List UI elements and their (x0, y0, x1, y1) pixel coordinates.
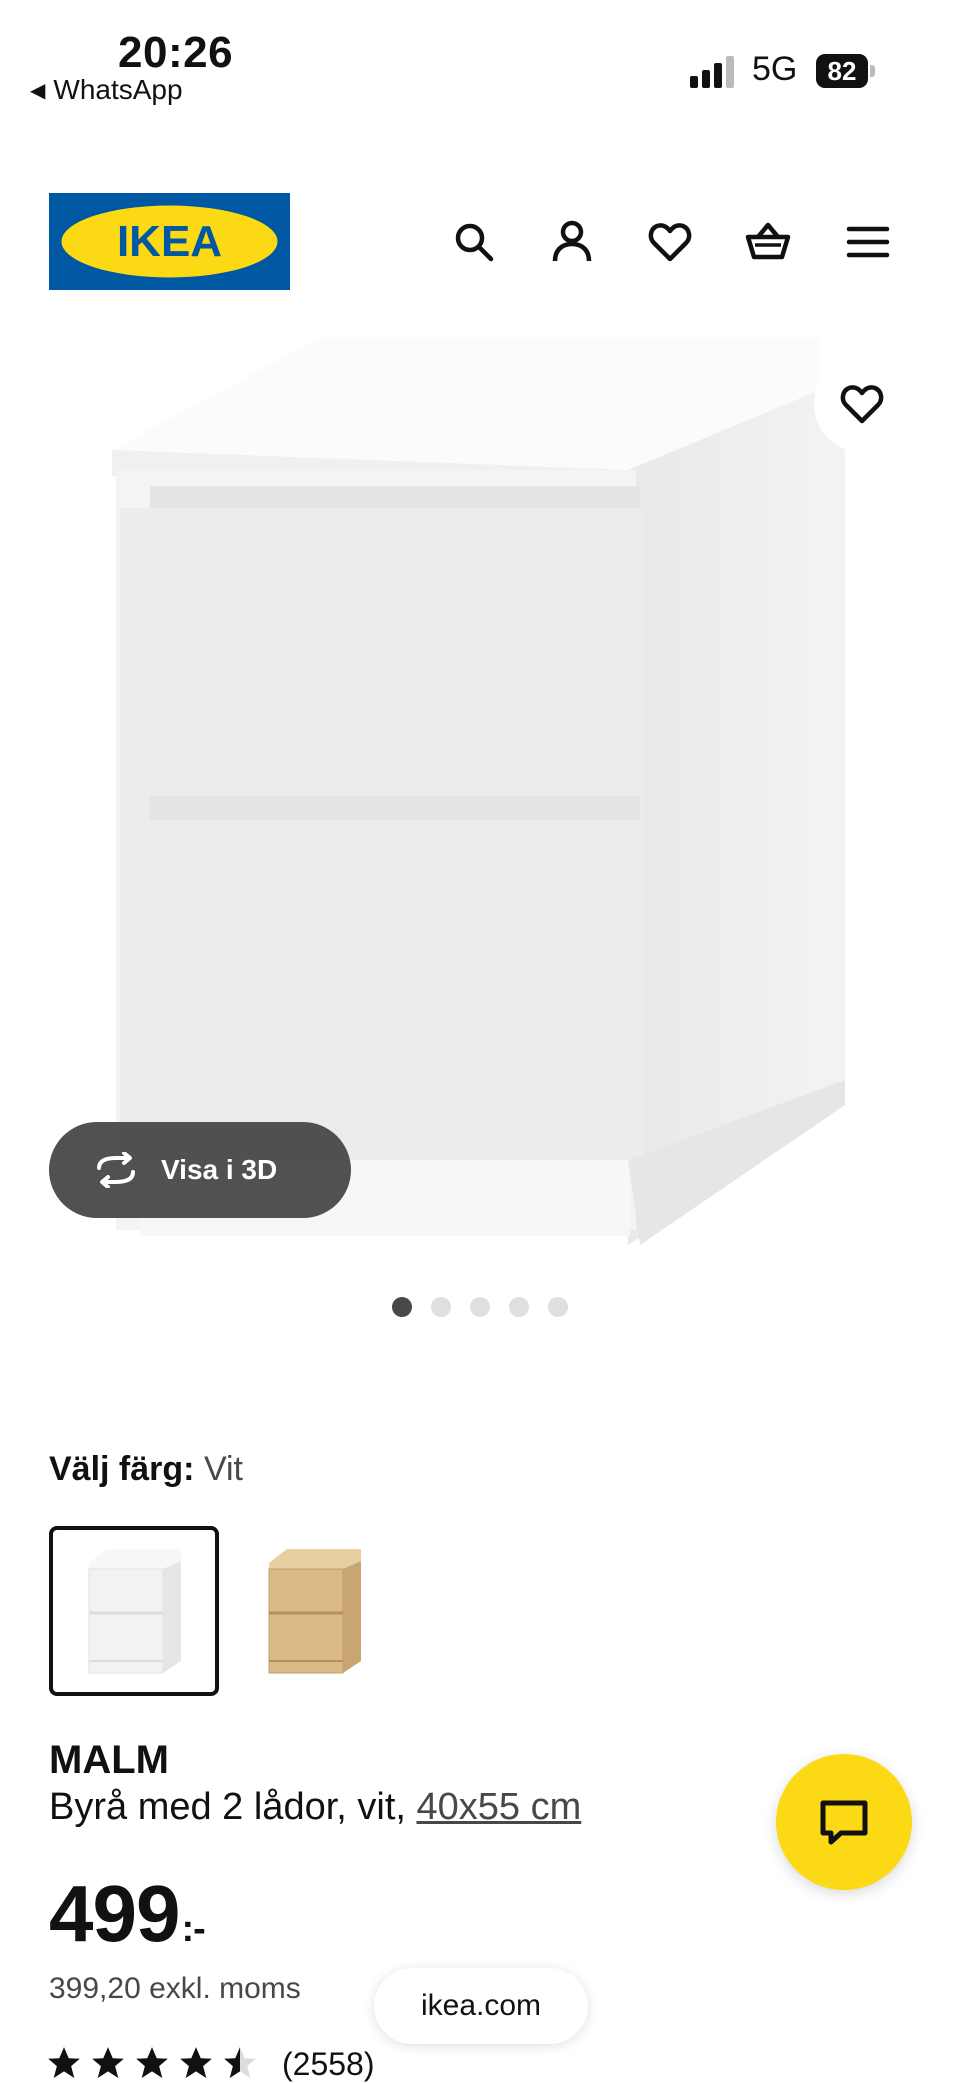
signal-icon (690, 56, 734, 88)
selected-color-value: Vit (203, 1450, 244, 1488)
battery-level: 82 (816, 54, 868, 88)
product-price: 499:- (49, 1868, 206, 1960)
back-triangle-icon: ◀ (30, 79, 46, 102)
product-size-link[interactable]: 40x55 cm (417, 1786, 582, 1828)
cart-icon (745, 222, 791, 260)
rating-stars[interactable] (45, 2044, 259, 2082)
battery-icon: 82 (816, 54, 875, 88)
gallery-dot-4[interactable] (509, 1297, 529, 1317)
cart-button[interactable] (740, 214, 796, 270)
review-count[interactable]: (2558) (282, 2046, 375, 2083)
color-swatch-oak[interactable] (229, 1526, 399, 1696)
gallery-pagination (392, 1297, 568, 1317)
view-in-3d-button[interactable]: Visa i 3D (49, 1122, 351, 1218)
profile-icon (552, 220, 592, 262)
logo-ellipse: IKEA (61, 205, 278, 278)
back-app-label: WhatsApp (53, 74, 183, 105)
price-excl-vat: 399,20 exkl. moms (49, 1972, 301, 2005)
ikea-logo[interactable]: IKEA (49, 193, 290, 290)
browser-url-bar[interactable]: ikea.com (374, 1968, 588, 2044)
gallery-dot-5[interactable] (548, 1297, 568, 1317)
product-name: MALM (49, 1738, 169, 1782)
network-type: 5G (752, 50, 798, 88)
wishlist-button[interactable] (642, 214, 698, 270)
chat-bubble-icon (820, 1800, 868, 1845)
product-image[interactable] (0, 320, 960, 1260)
status-time: 20:26 (118, 28, 234, 77)
product-description-text: Byrå med 2 lådor, vit, (49, 1786, 417, 1828)
color-swatch-white[interactable] (49, 1526, 219, 1696)
gallery-dot-1[interactable] (392, 1297, 412, 1317)
rotate-3d-icon (97, 1152, 135, 1188)
gallery-dot-2[interactable] (431, 1297, 451, 1317)
view-in-3d-label: Visa i 3D (161, 1154, 278, 1185)
menu-icon (846, 226, 890, 258)
oak-dresser-thumbnail (268, 1549, 361, 1674)
price-currency-suffix: :- (181, 1908, 205, 1950)
half-star-icon (224, 2047, 256, 2079)
color-label-text: Välj färg: (49, 1450, 195, 1488)
heart-icon (840, 385, 884, 424)
logo-text: IKEA (117, 217, 222, 266)
back-to-app-link[interactable]: ◀ WhatsApp (30, 74, 183, 106)
color-selector-label: Välj färg: Vit (49, 1450, 243, 1489)
price-value: 499 (49, 1869, 180, 1958)
star-icon (92, 2047, 124, 2079)
chat-button[interactable] (776, 1754, 912, 1890)
star-icon (180, 2047, 212, 2079)
heart-icon (648, 223, 692, 262)
save-to-wishlist-button[interactable] (814, 356, 910, 452)
search-icon (455, 223, 494, 262)
menu-button[interactable] (840, 214, 896, 270)
profile-button[interactable] (544, 214, 600, 270)
star-icon (48, 2047, 80, 2079)
star-icon (136, 2047, 168, 2079)
search-button[interactable] (446, 214, 502, 270)
product-description: Byrå med 2 lådor, vit, 40x55 cm (49, 1786, 581, 1829)
white-dresser-thumbnail (88, 1549, 181, 1674)
gallery-dot-3[interactable] (470, 1297, 490, 1317)
